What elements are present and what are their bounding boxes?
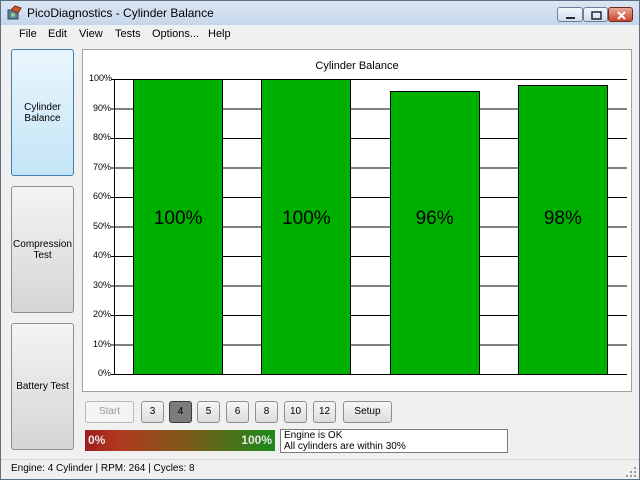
maximize-icon — [591, 11, 602, 20]
nav-cylinder-balance-button[interactable]: Cylinder Balance — [11, 49, 74, 176]
menu-edit[interactable]: Edit — [48, 28, 67, 40]
cylinder-balance-chart: Cylinder Balance 100% 90% 80% 70% 60% 50% 40% 3… — [82, 49, 632, 392]
menu-help[interactable]: Help — [208, 28, 231, 40]
setup-button[interactable]: Setup — [343, 401, 392, 423]
menu-bar: File Edit View Tests Options... Help — [1, 25, 639, 44]
chart-bar — [389, 90, 480, 375]
nav-cylinder-balance-label: Cylinder Balance — [24, 101, 61, 124]
y-tick-label: 40% — [92, 250, 111, 260]
menu-tests[interactable]: Tests — [115, 28, 141, 40]
nav-compression-test-button[interactable]: Compression Test — [11, 186, 74, 313]
close-button[interactable] — [608, 7, 633, 22]
minimize-button[interactable] — [557, 7, 583, 22]
result-message-box: Engine is OK All cylinders are within 30… — [280, 429, 508, 453]
maximize-button[interactable] — [583, 7, 608, 22]
close-icon — [617, 11, 626, 20]
status-text: Engine: 4 Cylinder | RPM: 264 | Cycles: … — [11, 463, 195, 474]
gauge-max-label: 100% — [241, 433, 272, 447]
bar-value-label: 100% — [282, 208, 331, 229]
cylinder-count-12-button[interactable]: 12 — [313, 401, 336, 423]
gauge-min-label: 0% — [88, 433, 106, 447]
result-line-1: Engine is OK — [284, 430, 343, 441]
y-tick-label: 30% — [92, 279, 111, 290]
y-tick-label: 70% — [92, 161, 111, 172]
y-tick-label: 80% — [92, 132, 111, 142]
menu-options[interactable]: Options... — [152, 28, 199, 40]
title-bar[interactable]: PicoDiagnostics - Cylinder Balance — [1, 1, 639, 25]
result-line-2: All cylinders are within 30% — [284, 441, 406, 452]
nav-compression-test-label: Compression Test — [13, 238, 72, 261]
nav-battery-test-label: Battery Test — [16, 381, 69, 392]
y-tick-label: 50% — [92, 220, 111, 231]
cylinder-count-4-button[interactable]: 4 — [169, 401, 192, 423]
cylinder-count-5-button[interactable]: 5 — [197, 401, 220, 423]
bar-value-label: 100% — [153, 208, 203, 229]
app-window: PicoDiagnostics - Cylinder Balance File … — [0, 0, 640, 480]
cylinder-count-8-button[interactable]: 8 — [255, 401, 278, 423]
resize-grip-icon[interactable] — [625, 466, 637, 478]
menu-file[interactable]: File — [19, 28, 37, 40]
y-tick-label: 10% — [92, 338, 111, 349]
y-tick-label: 60% — [92, 191, 111, 201]
balance-gauge: 0% 100% — [85, 430, 275, 451]
minimize-icon — [566, 17, 575, 19]
start-button[interactable]: Start — [85, 401, 134, 423]
bar-value-label: 98% — [543, 208, 582, 229]
y-tick-label: 100% — [89, 73, 113, 83]
bar-value-label: 96% — [415, 208, 454, 229]
nav-battery-test-button[interactable]: Battery Test — [11, 323, 74, 450]
y-tick-label: 0% — [97, 368, 111, 378]
app-icon — [7, 5, 22, 20]
y-tick-label: 20% — [92, 309, 111, 319]
menu-view[interactable]: View — [79, 28, 103, 40]
window-title: PicoDiagnostics - Cylinder Balance — [27, 6, 214, 20]
status-bar: Engine: 4 Cylinder | RPM: 264 | Cycles: … — [1, 459, 639, 479]
y-tick-label: 90% — [92, 102, 111, 113]
cylinder-count-10-button[interactable]: 10 — [284, 401, 307, 423]
cylinder-count-6-button[interactable]: 6 — [226, 401, 249, 423]
cylinder-count-3-button[interactable]: 3 — [141, 401, 164, 423]
